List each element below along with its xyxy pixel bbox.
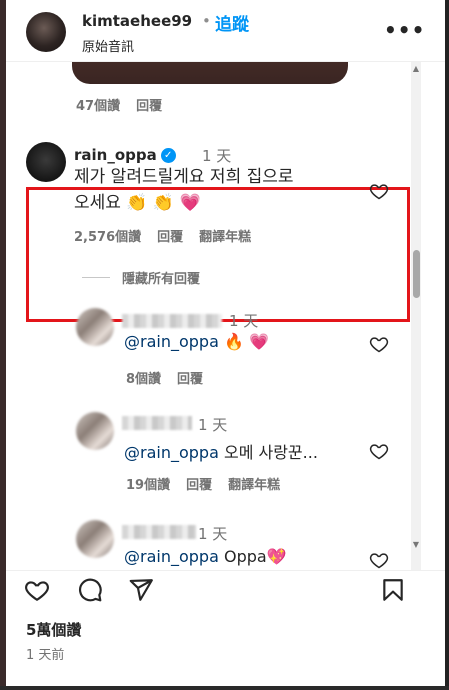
post-like-count[interactable]: 5萬個讚 [26,619,81,640]
reply-username-blurred[interactable] [122,525,196,539]
background-edge-right [445,0,449,690]
hide-replies-toggle[interactable]: 隱藏所有回覆 [82,268,200,287]
translate-button[interactable]: 翻譯年糕 [228,474,280,493]
reply-like-heart-icon[interactable] [369,441,389,461]
like-count[interactable]: 2,576個讚 [74,226,141,245]
reply-button[interactable]: 回覆 [177,368,203,387]
follow-button[interactable]: 追蹤 [215,10,249,35]
like-count[interactable]: 47個讚 [76,95,120,114]
reply-body: 오메 사랑꾼... [223,443,318,462]
reply-body: Oppa💖 [223,547,287,566]
comment-text-line2: 오세요 👏 👏 💗 [74,193,201,213]
reply-avatar[interactable] [76,412,114,450]
verified-badge-icon: ✓ [160,147,176,163]
divider-line [82,277,110,278]
scrollbar-thumb[interactable] [413,250,420,298]
reply-button[interactable]: 回覆 [136,95,162,114]
mention-link[interactable]: @rain_oppa [124,332,219,351]
heart-icon[interactable] [24,577,50,603]
reply-avatar[interactable] [76,520,114,558]
audio-label[interactable]: 原始音訊 [82,36,134,55]
reply-meta: 8個讚 回覆 [126,368,203,387]
header-separator: • [202,12,211,30]
mention-link[interactable]: @rain_oppa [124,547,219,566]
comment-like-heart-icon[interactable] [369,181,389,201]
reply-avatar[interactable] [76,308,114,346]
scroll-down-arrow-icon[interactable]: ▼ [411,540,421,549]
reply-meta: 19個讚 回覆 翻譯年糕 [126,474,280,493]
hide-replies-label: 隱藏所有回覆 [122,272,201,287]
post-header: kimtaehee99 • 追蹤 原始音訊 ••• [6,0,445,62]
reply-username-blurred[interactable] [122,416,192,430]
previous-comment-media [72,62,348,84]
more-options-icon[interactable]: ••• [384,18,425,42]
send-icon[interactable] [128,577,154,603]
like-count[interactable]: 19個讚 [126,474,170,493]
author-username[interactable]: kimtaehee99 [82,12,192,30]
comment-text-line1: 제가 알려드릴게요 저희 집으로 [74,167,294,187]
background-edge-bottom [0,686,449,690]
like-count[interactable]: 8個讚 [126,368,161,387]
comment-icon[interactable] [77,577,103,603]
reply-text: @rain_oppa 오메 사랑꾼... [124,439,318,463]
reply-text: @rain_oppa Oppa💖 [124,547,287,566]
scrollbar-track[interactable] [411,62,421,570]
reply-time: 1 天 [198,525,228,543]
commenter-username[interactable]: rain_oppa [74,146,157,164]
reply-text: @rain_oppa 🔥 💗 [124,332,269,351]
reply-body: 🔥 💗 [223,332,269,351]
mention-link[interactable]: @rain_oppa [124,443,219,462]
reply-button[interactable]: 回覆 [186,474,212,493]
comment-time: 1 天 [202,147,232,165]
reply-time: 1 天 [198,416,228,434]
reply-time: 1 天 [229,312,259,330]
bookmark-icon[interactable] [380,577,406,603]
author-avatar[interactable] [26,12,66,52]
reply-like-heart-icon[interactable] [369,550,389,570]
post-date: 1 天前 [26,648,65,663]
previous-comment-meta: 47個讚 回覆 [76,95,162,114]
post-actions: 5萬個讚 1 天前 [6,570,445,690]
reply-like-heart-icon[interactable] [369,334,389,354]
translate-button[interactable]: 翻譯年糕 [199,226,251,245]
commenter-avatar[interactable] [26,142,66,182]
reply-button[interactable]: 回覆 [157,226,183,245]
rain-comment-meta: 2,576個讚 回覆 翻譯年糕 [74,226,251,245]
reply-username-blurred[interactable] [122,314,222,328]
comments-list[interactable]: 47個讚 回覆 rain_oppa ✓ 1 天 제가 알려드릴게요 저희 집으로 … [6,62,411,570]
scroll-up-arrow-icon[interactable]: ▲ [411,64,421,73]
